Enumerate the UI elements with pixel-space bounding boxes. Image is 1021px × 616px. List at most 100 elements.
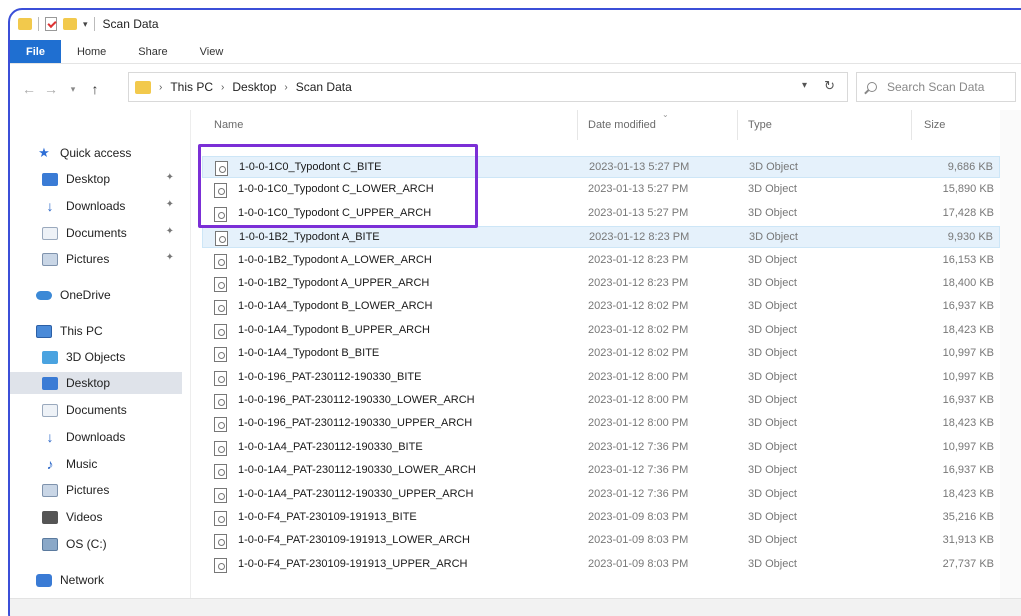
file-date-modified: 2023-01-13 5:27 PM	[588, 206, 689, 219]
sidebar-item-3d-objects[interactable]: 3D Objects	[10, 346, 182, 368]
file-name: 1-0-0-1A4_PAT-230112-190330_UPPER_ARCH	[238, 487, 474, 500]
file-row[interactable]: 1-0-0-1C0_Typodont C_BITE 2023-01-13 5:27…	[202, 156, 1000, 178]
tab-share[interactable]: Share	[122, 40, 183, 63]
file-size: 35,216 KB	[942, 511, 994, 523]
file-size: 10,997 KB	[942, 440, 994, 453]
sidebar-item-desktop[interactable]: Desktop ✦	[10, 168, 182, 190]
pane-divider[interactable]	[190, 110, 191, 616]
file-date-modified: 2023-01-13 5:27 PM	[588, 183, 689, 196]
3d-object-file-icon	[214, 487, 227, 503]
file-row[interactable]: 1-0-0-F4_PAT-230109-191913_BITE 2023-01-0…	[202, 507, 1000, 529]
chevron-right-icon[interactable]: ›	[284, 82, 287, 93]
column-header-type[interactable]: Type	[738, 110, 912, 140]
file-type: 3D Object	[748, 487, 797, 500]
sidebar-item-onedrive[interactable]: OneDrive	[10, 284, 182, 306]
breadcrumb-this-pc[interactable]: This PC	[170, 80, 213, 94]
file-size: 18,400 KB	[942, 277, 994, 289]
new-folder-icon[interactable]	[63, 18, 77, 30]
sidebar-item-os-drive[interactable]: OS (C:)	[10, 533, 182, 555]
search-icon	[867, 82, 877, 92]
column-header-name[interactable]: Name	[202, 110, 578, 140]
file-row[interactable]: 1-0-0-F4_PAT-230109-191913_UPPER_ARCH 202…	[202, 554, 1000, 576]
sidebar-item-videos[interactable]: Videos	[10, 506, 182, 528]
file-type: 3D Object	[748, 253, 797, 266]
properties-icon[interactable]	[45, 17, 57, 31]
3d-object-file-icon	[214, 464, 227, 480]
back-arrow-icon[interactable]: ←	[18, 81, 40, 97]
3d-object-file-icon	[214, 417, 227, 433]
file-type: 3D Object	[748, 417, 797, 430]
3d-object-file-icon	[214, 347, 227, 363]
file-name: 1-0-0-196_PAT-230112-190330_BITE	[238, 370, 422, 383]
sidebar-item-documents[interactable]: Documents ✦	[10, 222, 182, 244]
file-row[interactable]: 1-0-0-1A4_Typodont B_LOWER_ARCH 2023-01-1…	[202, 296, 1000, 318]
pictures-icon	[42, 483, 58, 497]
file-size: 18,423 KB	[942, 417, 994, 430]
refresh-icon[interactable]: ↻	[824, 78, 835, 94]
sidebar-item-network[interactable]: Network	[10, 569, 182, 591]
file-row[interactable]: 1-0-0-1B2_Typodont A_LOWER_ARCH 2023-01-1…	[202, 250, 1000, 272]
chevron-down-icon[interactable]: ▾	[802, 80, 807, 91]
3d-object-file-icon	[214, 511, 227, 526]
horizontal-scrollbar[interactable]	[10, 598, 1021, 616]
chevron-right-icon[interactable]: ›	[221, 82, 224, 93]
sidebar-item-pictures[interactable]: Pictures ✦	[10, 248, 182, 270]
file-row[interactable]: 1-0-0-F4_PAT-230109-191913_LOWER_ARCH 202…	[202, 530, 1000, 552]
tab-home[interactable]: Home	[61, 40, 122, 63]
sidebar-item-music[interactable]: ♪ Music	[10, 453, 182, 475]
column-header-date[interactable]: Date modified	[578, 110, 738, 140]
up-arrow-icon[interactable]: ↑	[84, 81, 106, 97]
tab-file[interactable]: File	[10, 40, 61, 63]
sidebar-item-this-pc[interactable]: This PC	[10, 320, 182, 342]
sidebar-item-pictures-pc[interactable]: Pictures	[10, 479, 182, 501]
breadcrumb-scan-data[interactable]: Scan Data	[296, 80, 352, 94]
forward-arrow-icon[interactable]: →	[40, 81, 62, 97]
chevron-down-icon[interactable]: ▾	[83, 19, 88, 30]
3d-object-file-icon	[215, 161, 228, 176]
file-row[interactable]: 1-0-0-1A4_PAT-230112-190330_BITE 2023-01-…	[202, 437, 1000, 459]
file-type: 3D Object	[748, 323, 797, 336]
file-name: 1-0-0-F4_PAT-230109-191913_LOWER_ARCH	[238, 534, 470, 547]
file-type: 3D Object	[749, 231, 798, 244]
file-size: 16,937 KB	[942, 464, 994, 477]
breadcrumb-desktop[interactable]: Desktop	[232, 80, 276, 94]
file-row[interactable]: 1-0-0-1B2_Typodont A_BITE 2023-01-12 8:23…	[202, 226, 1000, 249]
file-row[interactable]: 1-0-0-1A4_Typodont B_BITE 2023-01-12 8:02…	[202, 343, 1000, 365]
address-bar[interactable]: › This PC › Desktop › Scan Data ▾ ↻	[128, 72, 848, 102]
file-date-modified: 2023-01-13 5:27 PM	[589, 161, 690, 173]
column-header-size[interactable]: Size	[912, 110, 1000, 140]
file-row[interactable]: 1-0-0-196_PAT-230112-190330_BITE 2023-01-…	[202, 367, 1000, 389]
file-row[interactable]: 1-0-0-1A4_Typodont B_UPPER_ARCH 2023-01-1…	[202, 320, 1000, 342]
sidebar-item-desktop-selected[interactable]: Desktop	[10, 372, 182, 394]
tab-view[interactable]: View	[184, 40, 240, 63]
sidebar-item-quick-access[interactable]: ★ Quick access	[10, 142, 182, 164]
sidebar-item-documents-pc[interactable]: Documents	[10, 399, 182, 421]
sidebar-item-downloads-pc[interactable]: ↓ Downloads	[10, 426, 182, 448]
file-size: 10,997 KB	[942, 347, 994, 360]
file-row[interactable]: 1-0-0-196_PAT-230112-190330_UPPER_ARCH 20…	[202, 413, 1000, 435]
file-row[interactable]: 1-0-0-1B2_Typodont A_UPPER_ARCH 2023-01-1…	[202, 273, 1000, 295]
drive-icon	[42, 537, 58, 551]
file-row[interactable]: 1-0-0-1C0_Typodont C_UPPER_ARCH 2023-01-1…	[202, 203, 1000, 225]
file-date-modified: 2023-01-09 8:03 PM	[588, 534, 689, 547]
file-date-modified: 2023-01-12 7:36 PM	[588, 464, 689, 477]
chevron-right-icon[interactable]: ›	[159, 82, 162, 93]
file-row[interactable]: 1-0-0-1A4_PAT-230112-190330_UPPER_ARCH 20…	[202, 484, 1000, 506]
file-type: 3D Object	[748, 347, 797, 360]
file-size: 10,997 KB	[942, 370, 994, 383]
file-type: 3D Object	[749, 161, 798, 173]
search-input[interactable]: Search Scan Data	[856, 72, 1016, 102]
sidebar-item-downloads[interactable]: ↓ Downloads ✦	[10, 195, 182, 217]
file-row[interactable]: 1-0-0-1A4_PAT-230112-190330_LOWER_ARCH 20…	[202, 460, 1000, 482]
file-name: 1-0-0-1C0_Typodont C_BITE	[239, 161, 382, 173]
file-date-modified: 2023-01-12 8:00 PM	[588, 394, 689, 406]
file-row[interactable]: 1-0-0-196_PAT-230112-190330_LOWER_ARCH 20…	[202, 390, 1000, 412]
search-placeholder: Search Scan Data	[887, 80, 985, 94]
recent-locations-icon[interactable]: ▾	[62, 84, 84, 95]
3d-object-file-icon	[214, 300, 227, 316]
file-type: 3D Object	[748, 534, 797, 547]
file-date-modified: 2023-01-12 8:02 PM	[588, 300, 689, 313]
vertical-scrollbar[interactable]	[1000, 110, 1021, 616]
title-bar: ▾ Scan Data	[10, 10, 1021, 38]
file-row[interactable]: 1-0-0-1C0_Typodont C_LOWER_ARCH 2023-01-1…	[202, 179, 1000, 201]
